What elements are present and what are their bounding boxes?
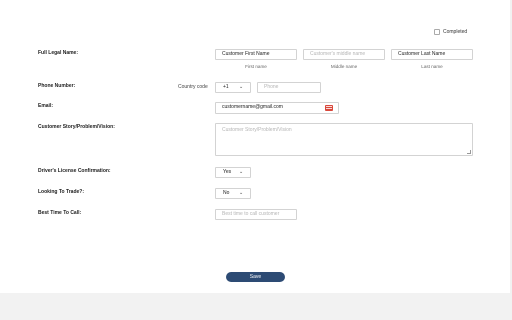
- best-time-input[interactable]: Best time to call customer: [215, 209, 297, 220]
- chevron-down-icon: ⌄: [239, 190, 244, 196]
- phone-input[interactable]: Phone: [257, 82, 321, 93]
- form-card: Completed Full Legal Name: Customer Firs…: [0, 0, 510, 293]
- resize-handle-icon[interactable]: [467, 150, 471, 154]
- middle-name-caption: Middle name: [330, 64, 358, 69]
- first-name-input[interactable]: Customer First Name: [215, 49, 297, 60]
- contact-card-icon[interactable]: [325, 105, 333, 111]
- license-select[interactable]: Yes ⌄: [215, 167, 251, 178]
- last-name-caption: Last name: [421, 64, 443, 69]
- completed-checkbox[interactable]: [434, 29, 440, 35]
- trade-label: Looking To Trade?:: [38, 189, 85, 195]
- license-label: Driver's License Confirmation:: [38, 168, 111, 174]
- country-code-value: +1: [223, 84, 229, 90]
- full-name-label: Full Legal Name:: [38, 50, 79, 56]
- phone-label: Phone Number:: [38, 83, 76, 89]
- email-input[interactable]: customername@gmail.com: [215, 102, 339, 114]
- license-value: Yes: [223, 169, 232, 175]
- trade-value: No: [223, 190, 230, 196]
- middle-name-input[interactable]: Customer's middle name: [303, 49, 385, 60]
- country-code-label: Country code: [178, 84, 208, 90]
- story-label: Customer Story/Problem/Vision:: [38, 124, 115, 130]
- story-textarea[interactable]: Customer Story/Problem/Vision: [215, 123, 473, 156]
- story-placeholder: Customer Story/Problem/Vision: [222, 127, 292, 133]
- email-label: Email:: [38, 103, 54, 109]
- chevron-down-icon: ⌄: [239, 84, 244, 90]
- save-button[interactable]: Save: [226, 272, 285, 282]
- trade-select[interactable]: No ⌄: [215, 188, 251, 199]
- country-code-select[interactable]: +1 ⌄: [215, 82, 251, 93]
- completed-label: Completed: [443, 29, 468, 35]
- first-name-caption: First name: [245, 64, 267, 69]
- best-time-label: Best Time To Call:: [38, 210, 82, 216]
- chevron-down-icon: ⌄: [239, 169, 244, 175]
- last-name-input[interactable]: Customer Last Name: [391, 49, 473, 60]
